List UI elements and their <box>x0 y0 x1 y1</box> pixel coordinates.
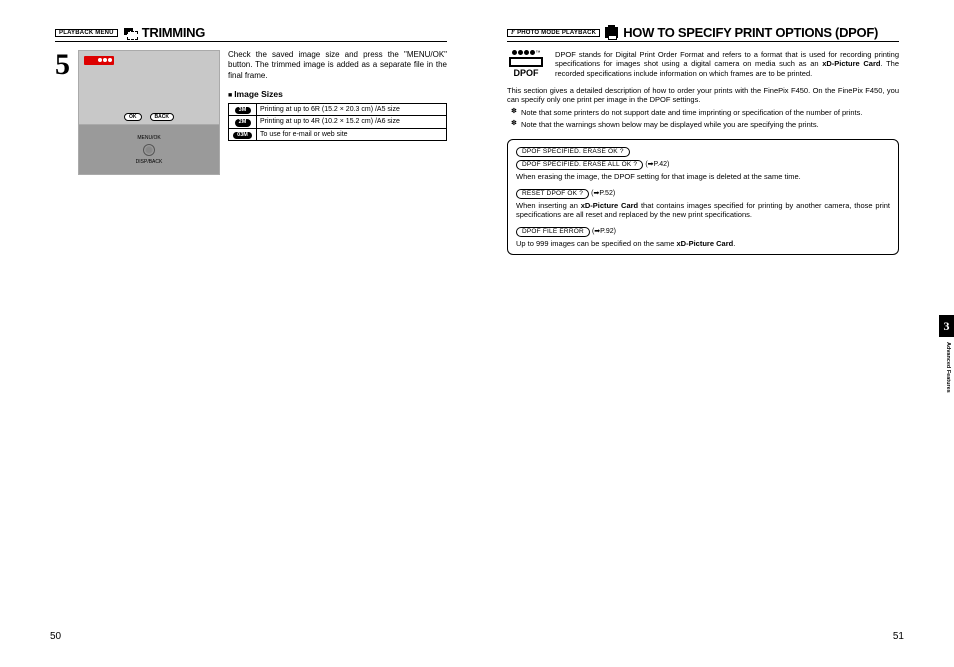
right-title: HOW TO SPECIFY PRINT OPTIONS (DPOF) <box>623 25 878 40</box>
dpof-description: DPOF stands for Digital Print Order Form… <box>555 50 899 80</box>
right-page: F PHOTO MODE PLAYBACK HOW TO SPECIFY PRI… <box>477 0 954 667</box>
disp-back-label: DISP/BACK <box>136 159 163 165</box>
left-page: PLAYBACK MENU TRIMMING 5 OK BACK MENU/OK <box>0 0 477 667</box>
box-text: Up to 999 images can be specified on the… <box>516 239 890 248</box>
back-pill: BACK <box>150 113 174 121</box>
lcd-screen: OK BACK <box>78 50 220 125</box>
camera-display: OK BACK MENU/OK DISP/BACK <box>78 50 220 175</box>
playback-menu-tag: PLAYBACK MENU <box>55 29 118 37</box>
warnings-box: DPOF SPECIFIED. ERASE OK ? DPOF SPECIFIE… <box>507 139 899 255</box>
rec-badge <box>84 56 114 65</box>
chapter-tab: 3 <box>939 315 954 337</box>
photo-mode-tag: F PHOTO MODE PLAYBACK <box>507 29 600 37</box>
ok-pill: OK <box>124 113 142 121</box>
print-icon <box>605 27 618 38</box>
dpof-logo: ™ DPOF <box>507 50 545 80</box>
image-sizes-table: 3M Printing at up to 6R (15.2 × 20.3 cm)… <box>228 103 447 140</box>
right-section-header: F PHOTO MODE PLAYBACK HOW TO SPECIFY PRI… <box>507 25 899 42</box>
box-text: When erasing the image, the DPOF setting… <box>516 172 890 181</box>
table-row: 2M Printing at up to 4R (10.2 × 15.2 cm)… <box>229 116 447 128</box>
msg-pill: DPOF FILE ERROR <box>516 227 590 237</box>
msg-pill: RESET DPOF OK ? <box>516 189 589 199</box>
left-section-header: PLAYBACK MENU TRIMMING <box>55 25 447 42</box>
para-usage: This section gives a detailed descriptio… <box>507 86 899 105</box>
menu-ok-label: MENU/OK <box>137 135 160 141</box>
table-row: 3M Printing at up to 6R (15.2 × 20.3 cm)… <box>229 104 447 116</box>
box-text: When inserting an xD-Picture Card that c… <box>516 201 890 220</box>
table-row: 03M To use for e-mail or web site <box>229 128 447 140</box>
left-title: TRIMMING <box>142 25 205 40</box>
camera-buttons-area: MENU/OK DISP/BACK <box>78 125 220 175</box>
msg-pill: DPOF SPECIFIED. ERASE OK ? <box>516 147 630 157</box>
menu-ok-button <box>143 144 155 156</box>
image-sizes-header: Image Sizes <box>228 89 447 100</box>
chapter-label: Advanced Features <box>945 342 951 393</box>
trimming-icon <box>123 27 137 39</box>
left-body-text: Check the saved image size and press the… <box>228 50 447 81</box>
note-item: Note that some printers do not support d… <box>515 108 899 117</box>
note-item: Note that the warnings shown below may b… <box>515 120 899 129</box>
step-number: 5 <box>55 50 70 175</box>
msg-pill: DPOF SPECIFIED. ERASE ALL OK ? <box>516 160 643 170</box>
notes-list: Note that some printers do not support d… <box>507 108 899 129</box>
page-number-left: 50 <box>50 631 61 642</box>
page-number-right: 51 <box>893 631 904 642</box>
